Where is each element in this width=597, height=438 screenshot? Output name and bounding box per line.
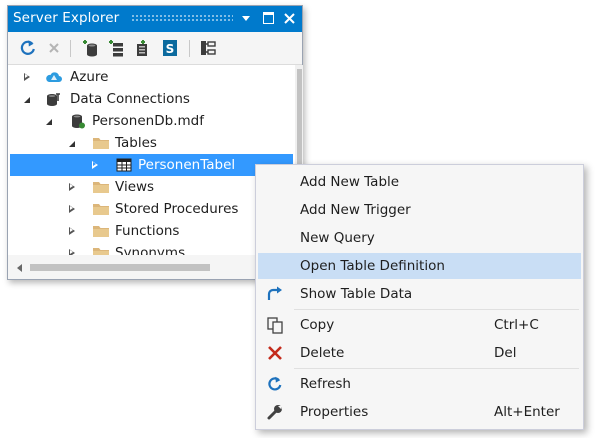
menu-separator <box>294 368 579 369</box>
expand-arrow-icon[interactable] <box>67 181 77 193</box>
tree-node-label: Synonyms <box>115 245 186 255</box>
chevron-down-icon <box>242 15 250 21</box>
refresh-icon <box>265 374 285 394</box>
tree-node-label: Functions <box>115 223 180 239</box>
svg-text:S: S <box>166 42 175 56</box>
collapse-arrow-icon[interactable] <box>44 115 54 127</box>
view-class-diagram-button[interactable] <box>198 38 218 58</box>
close-button[interactable] <box>280 8 298 28</box>
toolbar-separator <box>70 40 71 57</box>
add-sharepoint-connection-icon <box>137 40 147 56</box>
menu-item-label: Add New Trigger <box>300 202 411 218</box>
refresh-button[interactable] <box>18 38 38 58</box>
tree-node-stored-procedures[interactable]: Stored Procedures <box>8 198 295 220</box>
database-icon <box>69 113 87 129</box>
tree-node-personentabel[interactable]: PersonenTabel <box>10 154 293 176</box>
stop-button[interactable] <box>44 38 64 58</box>
expand-arrow-icon[interactable] <box>67 247 77 255</box>
menu-item-label: Refresh <box>300 376 351 392</box>
refresh-icon <box>20 40 35 55</box>
expand-arrow-icon[interactable] <box>22 71 32 83</box>
azure-cloud-icon <box>45 69 63 85</box>
panel-title: Server Explorer <box>13 10 120 26</box>
close-icon <box>283 12 295 24</box>
wrench-icon <box>265 402 285 422</box>
menu-item-new-query[interactable]: New Query <box>258 225 581 251</box>
scroll-left-arrow-icon[interactable] <box>17 264 22 272</box>
connect-database-icon <box>83 40 97 57</box>
tree-node-synonyms[interactable]: Synonyms <box>8 242 295 255</box>
menu-item-label: Delete <box>300 345 345 361</box>
tree-node-tables[interactable]: Tables <box>8 132 295 154</box>
tree-node-data-connections[interactable]: Data Connections <box>8 88 295 110</box>
tree-node-functions[interactable]: Functions <box>8 220 295 242</box>
folder-icon <box>92 201 110 217</box>
expand-arrow-icon[interactable] <box>67 203 77 215</box>
screenshot-stage: Server Explorer S Azure Data Connections… <box>0 0 597 438</box>
tree-node-label: Tables <box>115 135 157 151</box>
folder-icon <box>92 245 110 255</box>
table-icon <box>115 157 133 173</box>
menu-item-delete[interactable]: Delete Del <box>258 340 581 366</box>
add-sharepoint-connection-button[interactable] <box>132 38 152 58</box>
connect-server-icon <box>109 40 123 57</box>
menu-item-copy[interactable]: Copy Ctrl+C <box>258 312 581 338</box>
tree-node-label: Azure <box>70 69 109 85</box>
vertical-scrollbar-thumb[interactable] <box>297 69 302 164</box>
folder-icon <box>92 223 110 239</box>
tree-node-label: PersonenTabel <box>138 157 236 173</box>
delete-x-icon <box>265 343 285 363</box>
tree-node-personendb[interactable]: PersonenDb.mdf <box>8 110 295 132</box>
tree-node-label: PersonenDb.mdf <box>92 113 204 129</box>
menu-item-show-table-data[interactable]: Show Table Data <box>258 281 581 307</box>
titlebar-grip[interactable] <box>131 14 233 23</box>
collapse-arrow-icon[interactable] <box>67 137 77 149</box>
menu-item-label: Open Table Definition <box>300 258 445 274</box>
maximize-icon <box>262 12 274 24</box>
tree-node-label: Views <box>115 179 155 195</box>
menu-item-add-new-table[interactable]: Add New Table <box>258 169 581 195</box>
show-table-data-arrow-icon <box>265 284 285 304</box>
sharepoint-button[interactable]: S <box>160 38 180 58</box>
menu-item-open-table-definition[interactable]: Open Table Definition <box>258 253 581 279</box>
folder-icon <box>92 135 110 151</box>
data-connections-icon <box>45 91 63 107</box>
menu-item-label: Show Table Data <box>300 286 413 302</box>
menu-item-properties[interactable]: Properties Alt+Enter <box>258 399 581 425</box>
maximize-button[interactable] <box>259 8 277 28</box>
stop-icon <box>49 43 59 53</box>
menu-item-label: New Query <box>300 230 375 246</box>
folder-icon <box>92 179 110 195</box>
menu-item-label: Copy <box>300 317 335 333</box>
menu-item-shortcut: Del <box>494 345 517 361</box>
toolbar-separator <box>189 40 190 57</box>
panel-titlebar[interactable]: Server Explorer <box>8 6 302 32</box>
sharepoint-icon: S <box>163 40 177 56</box>
collapse-arrow-icon[interactable] <box>22 93 32 105</box>
menu-item-label: Add New Table <box>300 174 400 190</box>
tree-node-views[interactable]: Views <box>8 176 295 198</box>
tree-node-label: Data Connections <box>70 91 190 107</box>
window-position-dropdown-button[interactable] <box>237 8 255 28</box>
copy-icon <box>265 315 285 335</box>
menu-item-add-new-trigger[interactable]: Add New Trigger <box>258 197 581 223</box>
tree-node-azure[interactable]: Azure <box>8 66 295 88</box>
menu-separator <box>294 309 579 310</box>
menu-item-shortcut: Alt+Enter <box>494 404 560 420</box>
expand-arrow-icon[interactable] <box>67 225 77 237</box>
expand-arrow-icon[interactable] <box>90 159 100 171</box>
view-class-diagram-icon <box>201 41 216 55</box>
menu-item-label: Properties <box>300 404 369 420</box>
horizontal-scrollbar-thumb[interactable] <box>30 264 210 271</box>
menu-item-shortcut: Ctrl+C <box>494 317 539 333</box>
panel-toolbar: S <box>8 32 302 65</box>
tree-node-label: Stored Procedures <box>115 201 239 217</box>
connect-to-database-button[interactable] <box>80 38 100 58</box>
server-tree: Azure Data Connections PersonenDb.mdf Ta… <box>8 65 295 255</box>
connect-to-server-button[interactable] <box>106 38 126 58</box>
context-menu: Add New Table Add New Trigger New Query … <box>255 164 584 430</box>
menu-item-refresh[interactable]: Refresh <box>258 371 581 397</box>
